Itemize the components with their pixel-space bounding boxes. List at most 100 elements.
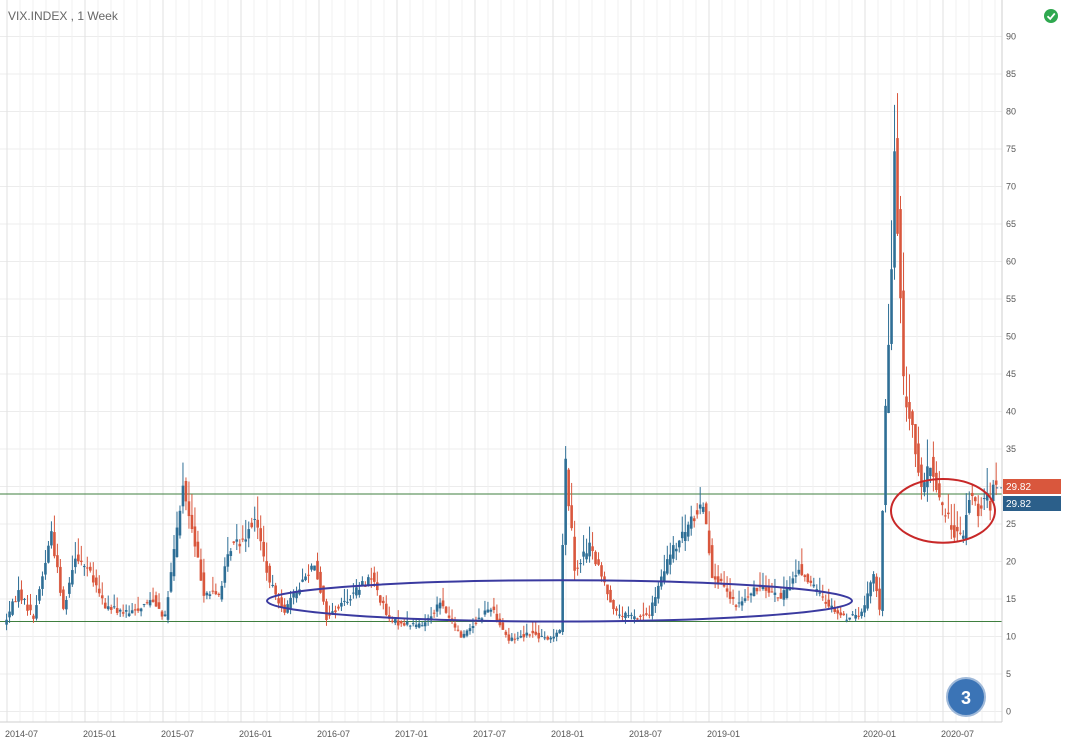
- candle-body: [510, 637, 514, 641]
- candle-body: [148, 600, 152, 606]
- candle-body: [316, 560, 319, 580]
- candle-body: [289, 597, 292, 609]
- candle-body: [355, 587, 358, 596]
- candle-body: [172, 549, 176, 577]
- candle-body: [618, 614, 621, 616]
- x-tick-label: 2019-01: [707, 729, 740, 739]
- candle-body: [671, 545, 675, 559]
- candle-body: [570, 505, 573, 529]
- candle-body: [979, 505, 983, 509]
- candle-body: [35, 605, 38, 619]
- candle-body: [151, 599, 155, 602]
- candle-body: [94, 577, 98, 586]
- candle-body: [621, 615, 624, 617]
- candle-body: [420, 625, 424, 627]
- candle-body: [68, 582, 71, 594]
- candle-body: [648, 614, 651, 616]
- candle-body: [779, 592, 783, 599]
- candle-body: [373, 572, 376, 582]
- candle-body: [390, 620, 394, 622]
- candle-body: [145, 602, 149, 604]
- x-axis-ticks: 2014-07 2015-01 2015-07 2016-01 2016-07 2017-…: [5, 729, 974, 739]
- candle-body: [136, 608, 140, 611]
- candle-body: [471, 626, 475, 629]
- y-tick-label: 40: [1006, 407, 1016, 417]
- candle-body: [468, 628, 472, 632]
- candle-body: [657, 585, 660, 599]
- candle-body: [477, 617, 481, 620]
- candle-body: [474, 622, 478, 624]
- candle-body: [929, 467, 932, 477]
- candle-body: [964, 514, 968, 540]
- y-tick-label: 55: [1006, 294, 1016, 304]
- x-tick-label: 2018-01: [551, 729, 584, 739]
- candle-body: [561, 545, 564, 632]
- candle-body: [848, 617, 851, 620]
- candle-body: [313, 565, 316, 571]
- candle-body: [531, 630, 535, 634]
- candle-body: [549, 637, 553, 640]
- candle-body: [301, 579, 304, 582]
- candle-body: [546, 636, 550, 640]
- candle-body: [782, 590, 786, 600]
- candle-body: [214, 591, 218, 595]
- annotation-marker[interactable]: 3: [946, 677, 986, 717]
- y-axis-ticks: 051015202530354045505560657075808590: [1006, 32, 1016, 717]
- candle-body: [181, 485, 185, 507]
- candle-body: [552, 636, 555, 639]
- candle-body: [304, 576, 307, 581]
- candle-body: [202, 572, 206, 596]
- candle-body: [59, 566, 62, 593]
- candle-body: [381, 600, 385, 604]
- candle-body: [447, 615, 451, 618]
- candle-body: [878, 588, 881, 610]
- candle-body: [710, 545, 714, 578]
- candle-body: [465, 630, 469, 636]
- candle-body: [226, 554, 230, 567]
- status-check-icon[interactable]: [1044, 9, 1058, 23]
- candle-body: [860, 611, 863, 617]
- candle-body: [507, 634, 511, 641]
- candle-body: [277, 598, 280, 604]
- candle-body: [8, 611, 11, 618]
- candle-body: [65, 599, 68, 610]
- candle-body: [719, 578, 723, 581]
- candle-body: [785, 588, 789, 598]
- candle-body: [352, 592, 355, 594]
- candle-body: [118, 609, 122, 612]
- vix-weekly-chart[interactable]: 051015202530354045505560657075808590 201…: [0, 0, 1067, 744]
- candle-body: [41, 576, 44, 589]
- candle-body: [704, 503, 708, 525]
- candle-body: [639, 615, 642, 617]
- candle-body: [576, 567, 579, 569]
- candle-body: [211, 590, 215, 592]
- candle-body: [244, 539, 248, 542]
- candle-body: [44, 562, 47, 575]
- candle-body: [651, 602, 654, 616]
- y-tick-label: 20: [1006, 557, 1016, 567]
- candle-body: [238, 543, 242, 547]
- candle-body: [29, 604, 32, 611]
- candle-body: [731, 597, 735, 599]
- candle-body: [62, 589, 65, 609]
- candle-body: [462, 633, 466, 638]
- candle-body: [612, 600, 615, 610]
- candle-body: [543, 637, 547, 639]
- candle-body: [423, 622, 427, 627]
- candle-body: [961, 535, 965, 539]
- candle-body: [77, 554, 80, 562]
- candle-body: [384, 603, 388, 615]
- candle-body: [265, 561, 268, 573]
- candle-body: [483, 610, 487, 615]
- candle-body: [836, 610, 840, 614]
- candle-body: [166, 597, 170, 620]
- candle-body: [501, 622, 505, 630]
- candle-body: [402, 623, 406, 626]
- candle-body: [713, 576, 717, 580]
- y-tick-label: 65: [1006, 219, 1016, 229]
- candle-body: [824, 601, 828, 604]
- candle-body: [262, 541, 265, 557]
- candle-body: [743, 598, 747, 601]
- candle-body: [698, 504, 702, 509]
- candle-body: [26, 604, 29, 611]
